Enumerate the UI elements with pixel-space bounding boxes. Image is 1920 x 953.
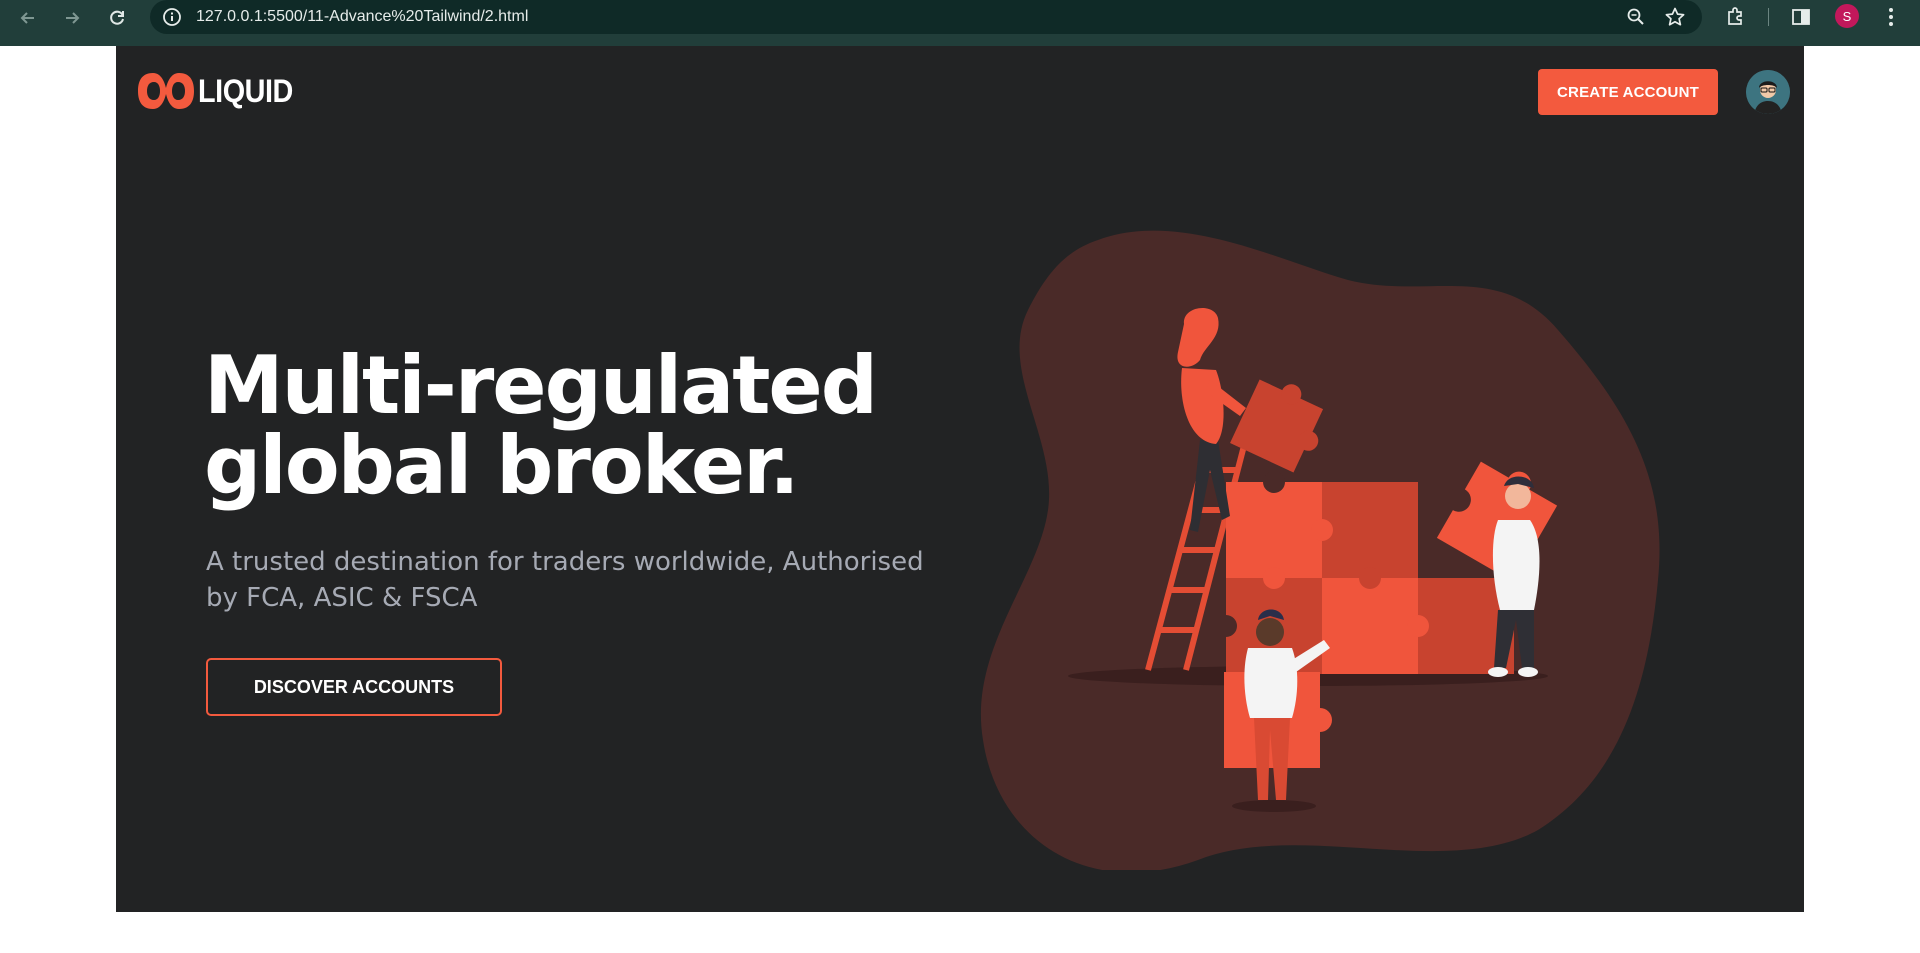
reload-button[interactable] xyxy=(103,4,131,32)
hero-title-line-1: Multi-regulated xyxy=(204,339,878,432)
extensions-icon[interactable] xyxy=(1725,5,1747,27)
create-account-button[interactable]: CREATE ACCOUNT xyxy=(1538,69,1718,115)
logo[interactable]: LIQUID xyxy=(138,68,303,114)
avatar[interactable] xyxy=(1746,70,1790,114)
reload-icon xyxy=(110,10,124,25)
puzzle-team-illustration xyxy=(980,230,1660,870)
logo-infinity-icon xyxy=(138,73,194,109)
profile-avatar-button[interactable]: S xyxy=(1835,4,1859,28)
user-avatar-icon xyxy=(1746,70,1790,114)
zoom-icon[interactable] xyxy=(1626,7,1646,27)
logo-text: LIQUID xyxy=(198,72,293,109)
browser-toolbar: 127.0.0.1:5500/11-Advance%20Tailwind/2.h… xyxy=(0,0,1920,46)
back-icon xyxy=(20,12,34,24)
forward-button[interactable] xyxy=(58,4,86,32)
page-viewport: LIQUID CREATE ACCOUNT Multi-regulated gl… xyxy=(116,46,1804,912)
url-text[interactable]: 127.0.0.1:5500/11-Advance%20Tailwind/2.h… xyxy=(196,8,528,26)
back-button[interactable] xyxy=(14,4,42,32)
discover-accounts-button[interactable]: DISCOVER ACCOUNTS xyxy=(206,658,502,716)
hero-subtitle: A trusted destination for traders worldw… xyxy=(206,547,924,613)
menu-icon[interactable] xyxy=(1880,5,1902,29)
hero-title: Multi-regulated global broker. xyxy=(204,346,904,506)
hero-title-line-2: global broker. xyxy=(204,419,800,512)
address-bar[interactable]: 127.0.0.1:5500/11-Advance%20Tailwind/2.h… xyxy=(150,0,1702,34)
star-icon[interactable] xyxy=(1664,6,1686,28)
forward-icon xyxy=(66,12,80,24)
side-panel-icon[interactable] xyxy=(1790,6,1812,28)
toolbar-divider xyxy=(1768,8,1769,26)
site-info-icon[interactable] xyxy=(162,7,182,27)
